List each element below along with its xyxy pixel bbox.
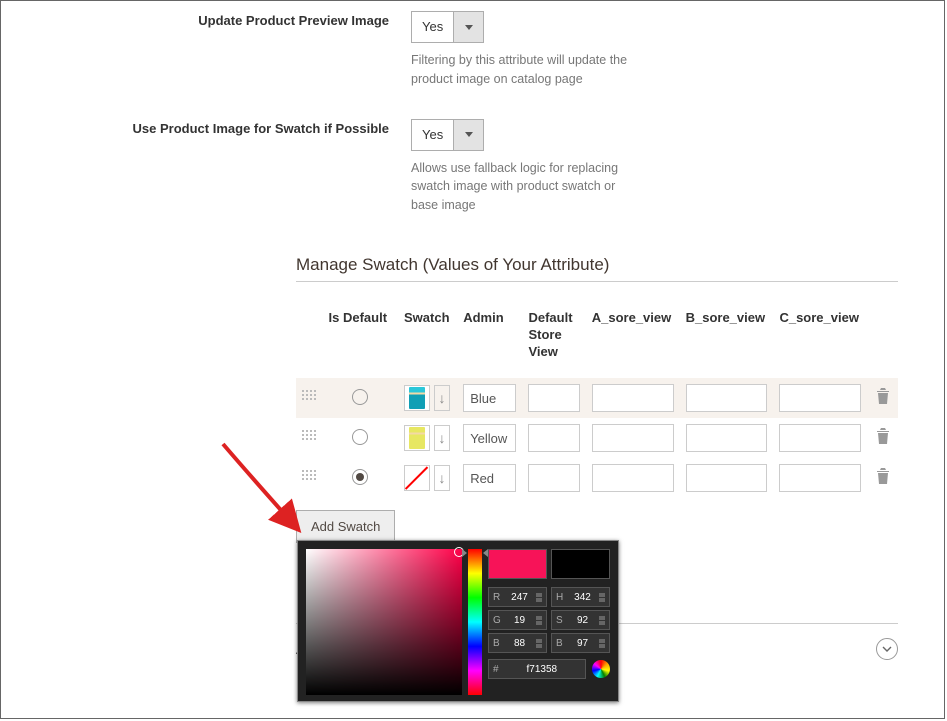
picker-b-input[interactable]: B88: [488, 633, 547, 653]
drag-handle-icon[interactable]: [302, 390, 316, 404]
th-a-store: A_sore_view: [586, 302, 680, 379]
th-swatch: Swatch: [398, 302, 457, 379]
use-swatch-helper: Allows use fallback logic for replacing …: [411, 159, 641, 215]
swatch-dropdown[interactable]: ↓: [434, 425, 450, 451]
picker-g-input[interactable]: G19: [488, 610, 547, 630]
delete-row-button[interactable]: [876, 471, 890, 488]
chevron-down-icon: [882, 646, 892, 652]
manage-swatch-title: Manage Swatch (Values of Your Attribute): [296, 255, 934, 275]
swatch-dropdown[interactable]: ↓: [434, 465, 450, 491]
hue-slider[interactable]: [468, 549, 482, 695]
swatch-preview[interactable]: [404, 425, 430, 451]
default-store-input[interactable]: [528, 384, 579, 412]
chevron-down-icon[interactable]: [453, 120, 483, 150]
admin-input[interactable]: [463, 464, 516, 492]
drag-handle-icon[interactable]: [302, 430, 316, 444]
swatch-preview[interactable]: [404, 385, 430, 411]
arrow-down-icon: ↓: [439, 390, 446, 406]
admin-input[interactable]: [463, 384, 516, 412]
select-value: Yes: [412, 12, 453, 42]
c-store-input[interactable]: [779, 424, 861, 452]
th-is-default: Is Default: [323, 302, 399, 379]
a-store-input[interactable]: [592, 424, 674, 452]
color-wheel-icon[interactable]: [592, 660, 610, 678]
th-default-store: Default Store View: [522, 302, 585, 379]
table-row: ↓: [296, 458, 898, 498]
delete-row-button[interactable]: [876, 431, 890, 448]
is-default-radio[interactable]: [352, 469, 368, 485]
arrow-down-icon: ↓: [439, 470, 446, 486]
b-store-input[interactable]: [686, 424, 768, 452]
use-swatch-select[interactable]: Yes: [411, 119, 484, 151]
update-preview-label: Update Product Preview Image: [11, 11, 411, 89]
admin-input[interactable]: [463, 424, 516, 452]
delete-row-button[interactable]: [876, 391, 890, 408]
swatch-dropdown[interactable]: ↓: [434, 385, 450, 411]
picker-hex-input[interactable]: #f71358: [488, 659, 586, 679]
c-store-input[interactable]: [779, 464, 861, 492]
swatch-preview[interactable]: [404, 465, 430, 491]
trash-icon: [876, 468, 890, 484]
trash-icon: [876, 388, 890, 404]
is-default-radio[interactable]: [352, 429, 368, 445]
drag-handle-icon[interactable]: [302, 470, 316, 484]
color-picker[interactable]: R247 H342 G19 S92 B88 B97 #f71358: [297, 540, 619, 702]
b-store-input[interactable]: [686, 384, 768, 412]
th-b-store: B_sore_view: [680, 302, 774, 379]
saturation-value-area[interactable]: [306, 549, 462, 695]
a-store-input[interactable]: [592, 464, 674, 492]
th-c-store: C_sore_view: [773, 302, 867, 379]
a-store-input[interactable]: [592, 384, 674, 412]
chevron-down-icon[interactable]: [453, 12, 483, 42]
divider: [296, 281, 898, 282]
select-value: Yes: [412, 120, 453, 150]
update-preview-helper: Filtering by this attribute will update …: [411, 51, 641, 89]
c-store-input[interactable]: [779, 384, 861, 412]
trash-icon: [876, 428, 890, 444]
table-row: ↓: [296, 418, 898, 458]
collapse-toggle[interactable]: [876, 638, 898, 660]
table-row: ↓: [296, 378, 898, 418]
picker-r-input[interactable]: R247: [488, 587, 547, 607]
arrow-down-icon: ↓: [439, 430, 446, 446]
b-store-input[interactable]: [686, 464, 768, 492]
default-store-input[interactable]: [528, 464, 579, 492]
picker-h-input[interactable]: H342: [551, 587, 610, 607]
picker-br-input[interactable]: B97: [551, 633, 610, 653]
th-admin: Admin: [457, 302, 522, 379]
is-default-radio[interactable]: [352, 389, 368, 405]
color-preview-new: [488, 549, 547, 579]
hue-arrow-icon: [462, 549, 467, 557]
default-store-input[interactable]: [528, 424, 579, 452]
hue-arrow-icon: [483, 549, 488, 557]
update-preview-select[interactable]: Yes: [411, 11, 484, 43]
use-swatch-label: Use Product Image for Swatch if Possible: [11, 119, 411, 215]
add-swatch-button[interactable]: Add Swatch: [296, 510, 395, 543]
swatch-table: Is Default Swatch Admin Default Store Vi…: [296, 302, 898, 499]
color-preview-old: [551, 549, 610, 579]
picker-s-input[interactable]: S92: [551, 610, 610, 630]
